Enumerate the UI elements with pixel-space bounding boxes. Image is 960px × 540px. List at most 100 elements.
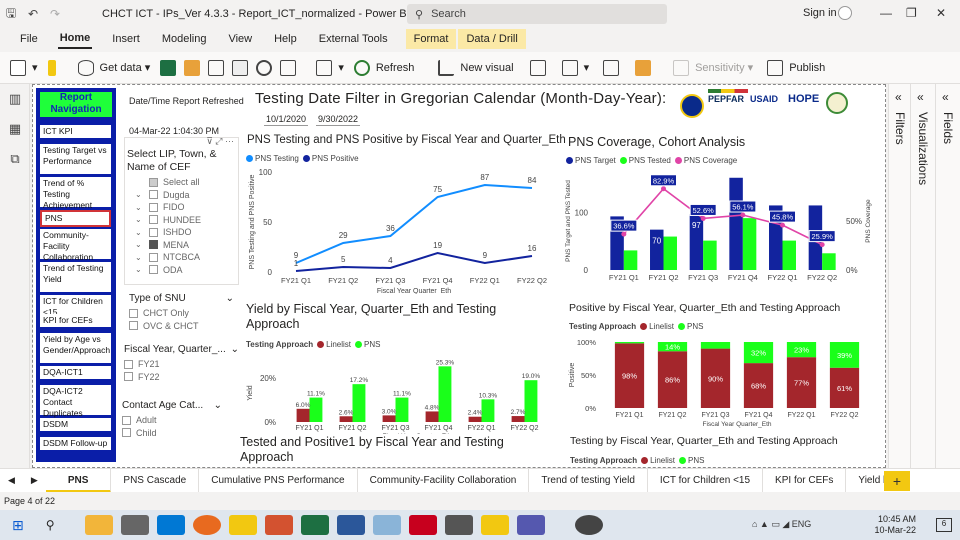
search-box[interactable]: ⚲ Search bbox=[407, 4, 667, 24]
sensitivity-button[interactable]: Sensitivity ▾ bbox=[673, 59, 753, 76]
text-box-icon[interactable] bbox=[529, 59, 552, 76]
chart2-svg[interactable]: PNS Target and PNS Tested PNS Coverage 0 10… bbox=[564, 168, 874, 288]
collapse-chevron-icon[interactable]: « bbox=[895, 90, 902, 104]
tab-home[interactable]: Home bbox=[57, 29, 93, 49]
visual-header-icons[interactable]: ⊽ ⤢ ··· bbox=[206, 136, 234, 147]
filters-pane[interactable]: « Filters bbox=[888, 84, 910, 468]
slicer-item[interactable]: ⌄ ODA bbox=[125, 264, 238, 277]
calculator-icon[interactable] bbox=[603, 59, 625, 76]
app-grid-icon[interactable] bbox=[444, 515, 473, 535]
slicer-item[interactable]: OVC & CHCT bbox=[129, 320, 234, 333]
publish-button[interactable]: Publish bbox=[767, 59, 825, 76]
close-icon[interactable]: ✕ bbox=[936, 6, 946, 20]
nav-item-trend-testing[interactable]: Trend of % Testing Achievement bbox=[40, 177, 111, 210]
chevron-down-icon[interactable]: ⌄ bbox=[214, 400, 222, 411]
teams-icon[interactable] bbox=[516, 515, 545, 535]
add-page-icon[interactable]: + bbox=[884, 471, 910, 491]
windows-start-icon[interactable]: ⊞ bbox=[12, 517, 24, 534]
date-start[interactable]: 10/1/2020 bbox=[264, 113, 309, 126]
help-icon[interactable] bbox=[574, 515, 603, 535]
slicer-item[interactable]: ⌄ NTCBCA bbox=[125, 251, 238, 264]
data-view-icon[interactable]: ▦ bbox=[0, 114, 30, 144]
new-visual-button[interactable]: New visual bbox=[438, 59, 514, 76]
excel-icon[interactable] bbox=[160, 59, 182, 76]
nav-item-dsdm-followup[interactable]: DSDM Follow-up bbox=[40, 437, 111, 450]
chart3-svg[interactable]: Yield 0% 20% 6.0% 11.1% FY21 Q1 2.6% 17.2% FY21 … bbox=[244, 352, 552, 434]
acrobat-icon[interactable] bbox=[408, 515, 437, 535]
date-end[interactable]: 9/30/2022 bbox=[316, 113, 361, 126]
avatar[interactable] bbox=[838, 6, 852, 20]
quick-measure-icon[interactable] bbox=[635, 59, 657, 76]
search-icon[interactable]: ⚲ bbox=[46, 518, 55, 532]
notification-icon[interactable]: 6 bbox=[936, 518, 952, 532]
tab-view[interactable]: View bbox=[226, 30, 254, 48]
slicer-item[interactable]: CHCT Only bbox=[129, 307, 234, 320]
slicer-item[interactable]: ⌄ Dugda bbox=[125, 189, 238, 202]
slicer-item[interactable]: FY22 bbox=[124, 371, 239, 384]
snip-icon[interactable] bbox=[372, 515, 401, 535]
visualizations-pane[interactable]: « Visualizations bbox=[910, 84, 935, 468]
chevron-down-icon[interactable]: ⌄ bbox=[231, 344, 239, 355]
restore-icon[interactable]: ❐ bbox=[906, 6, 917, 20]
link-icon[interactable] bbox=[256, 59, 278, 76]
slicer-item[interactable]: ⌄ MENA bbox=[125, 239, 238, 252]
tab-insert[interactable]: Insert bbox=[110, 30, 142, 48]
transform-data-button[interactable]: ▾ bbox=[316, 59, 344, 76]
word-icon[interactable] bbox=[336, 515, 365, 535]
page-tab[interactable]: ICT for Children <15 bbox=[648, 468, 764, 493]
nav-item-pns[interactable]: PNS bbox=[40, 210, 111, 227]
page-tab[interactable]: Community-Facility Collaboration bbox=[358, 468, 530, 493]
nav-item-yield-age[interactable]: Yield by Age vs Gender/Approach bbox=[40, 333, 111, 363]
page-tab[interactable]: Trend of testing Yield bbox=[529, 468, 648, 493]
tab-external-tools[interactable]: External Tools bbox=[317, 30, 390, 48]
more-visuals-button[interactable]: ▾ bbox=[561, 59, 589, 76]
format-painter-button[interactable] bbox=[47, 59, 62, 76]
minimize-icon[interactable]: — bbox=[880, 6, 892, 20]
recent-sources-icon[interactable] bbox=[280, 59, 302, 76]
clock[interactable]: 10:45 AM 10-Mar-22 bbox=[874, 514, 916, 536]
slicer-item[interactable]: ⌄ HUNDEE bbox=[125, 214, 238, 227]
tab-data-drill[interactable]: Data / Drill bbox=[458, 29, 526, 49]
page-tab[interactable]: PNS Cascade bbox=[111, 468, 200, 493]
collapse-chevron-icon[interactable]: « bbox=[917, 90, 924, 104]
nav-item-dqa2[interactable]: DQA-ICT2 Contact Duplicates bbox=[40, 385, 111, 418]
sticky-notes-icon[interactable] bbox=[480, 515, 509, 535]
redo-icon[interactable]: ↷ bbox=[44, 7, 66, 21]
outlook-icon[interactable] bbox=[156, 515, 185, 535]
tab-scroll-left-icon[interactable]: ◀ bbox=[0, 475, 23, 486]
enter-data-icon[interactable] bbox=[232, 59, 254, 76]
paste-button[interactable]: ▾ bbox=[10, 59, 38, 76]
chart4-svg[interactable]: Positive 0% 50% 100% 98% FY21 Q1 86% 14% FY21 Q2… bbox=[566, 334, 876, 434]
page-tab-pns[interactable]: PNS bbox=[45, 468, 112, 493]
slicer-item[interactable]: FY21 bbox=[124, 358, 239, 371]
tab-scroll-right-icon[interactable]: ▶ bbox=[23, 475, 46, 486]
firefox-icon[interactable] bbox=[192, 515, 221, 535]
slicer-item[interactable]: Child bbox=[122, 427, 222, 440]
slicer-item[interactable]: Select all bbox=[125, 176, 238, 189]
collapse-chevron-icon[interactable]: « bbox=[942, 90, 949, 104]
slicer-item[interactable]: Adult bbox=[122, 414, 222, 427]
sign-in-link[interactable]: Sign in bbox=[803, 7, 837, 19]
nav-item-trend-yield[interactable]: Trend of Testing Yield bbox=[40, 262, 111, 292]
save-icon[interactable]: 🖫 bbox=[0, 4, 22, 25]
nav-item-dsdm[interactable]: DSDM bbox=[40, 418, 111, 431]
chevron-down-icon[interactable]: ⌄ bbox=[226, 293, 234, 304]
nav-item-ict-kpi[interactable]: ICT KPI bbox=[40, 125, 111, 138]
sql-icon[interactable] bbox=[208, 59, 230, 76]
get-data-button[interactable]: Get data ▾ bbox=[77, 59, 150, 76]
nav-item-kpi-cef[interactable]: KPI for CEFs bbox=[40, 314, 111, 327]
tab-modeling[interactable]: Modeling bbox=[160, 30, 209, 48]
powerpoint-icon[interactable] bbox=[264, 515, 293, 535]
tab-file[interactable]: File bbox=[18, 30, 40, 48]
fields-pane[interactable]: « Fields bbox=[935, 84, 960, 468]
nav-item-dqa1[interactable]: DQA-ICT1 bbox=[40, 366, 111, 379]
nav-item-community[interactable]: Community-Facility Collaboration bbox=[40, 229, 111, 262]
tab-help[interactable]: Help bbox=[272, 30, 299, 48]
undo-icon[interactable]: ↶ bbox=[22, 7, 44, 21]
dataset-icon[interactable] bbox=[184, 59, 206, 76]
tab-format[interactable]: Format bbox=[405, 29, 457, 49]
refresh-button[interactable]: Refresh bbox=[353, 59, 414, 76]
file-explorer-icon[interactable] bbox=[84, 515, 113, 535]
system-tray[interactable]: ⌂ ▲ ▭ ◢ ENG bbox=[752, 519, 811, 530]
model-view-icon[interactable]: ⧉ bbox=[0, 144, 30, 174]
